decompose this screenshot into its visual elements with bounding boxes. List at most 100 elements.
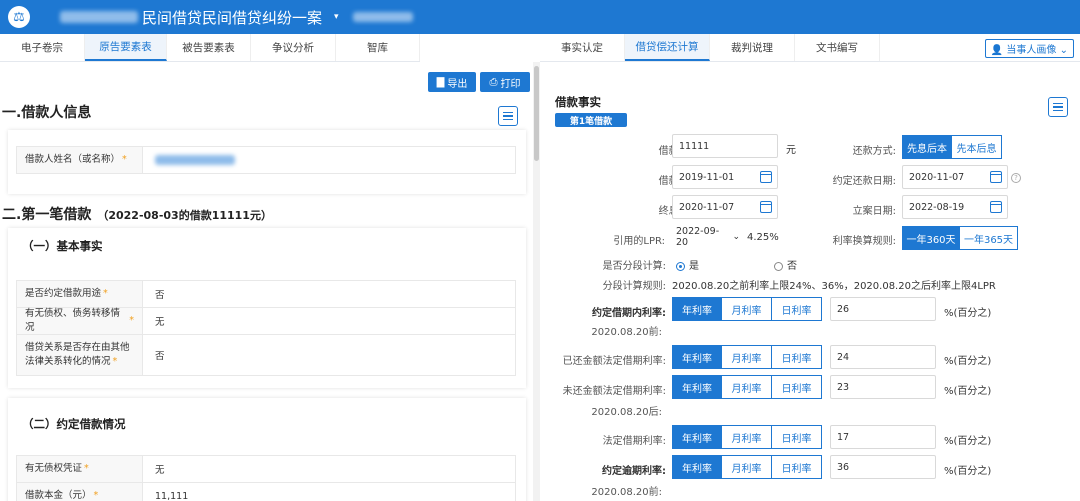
rate-row-label: 法定借期利率: [602, 436, 666, 447]
annual-rate-option[interactable]: 年利率 [672, 345, 722, 369]
user-portrait-label: 当事人画像 [1006, 45, 1057, 56]
tab-fact-finding[interactable]: 事实认定 [540, 34, 625, 61]
tab-dispute-analysis[interactable]: 争议分析 [251, 34, 336, 61]
percent-unit: %(百分之) [944, 356, 992, 367]
annual-rate-option[interactable]: 年利率 [672, 297, 722, 321]
court-emblem-icon: ⚖ [8, 6, 30, 28]
export-label: 导出 [447, 78, 468, 90]
rate-row-label: 约定逾期利率: [602, 466, 666, 477]
tab-judgment-reasoning[interactable]: 裁判说理 [710, 34, 795, 61]
table-row: 有无债权、债务转移情况 * 无 [16, 307, 516, 335]
calendar-icon [760, 171, 772, 183]
daily-rate-option[interactable]: 日利率 [772, 455, 822, 479]
monthly-rate-option[interactable]: 月利率 [722, 455, 772, 479]
repay-method-label: 还款方式: [852, 146, 896, 157]
chevron-down-icon: ⌄ [732, 232, 740, 242]
segment-rule-text: 2020.08.20之前利率上限24%、36%，2020.08.20之后利率上限… [672, 281, 996, 292]
annual-rate-option[interactable]: 年利率 [672, 455, 722, 479]
list-icon[interactable] [1048, 97, 1068, 117]
print-button[interactable]: ⎙ 打印 [480, 72, 530, 92]
left-scrollbar[interactable] [533, 62, 540, 501]
rate-value-input[interactable]: 24 [830, 345, 936, 369]
rate-value-input[interactable]: 17 [830, 425, 936, 449]
daily-rate-option[interactable]: 日利率 [772, 425, 822, 449]
printer-icon: ⎙ [489, 76, 498, 88]
table-row: 是否约定借款用途 * 否 [16, 280, 516, 308]
plaintiff-form-panel: ▇ 导出 ⎙ 打印 一.借款人信息 借款人姓名（或名称） * 二.第一笔借款 （2022… [0, 62, 533, 501]
app-header: ⚖ 民间借贷民间借贷纠纷一案 ▾ [0, 0, 1080, 34]
rate-value-input[interactable]: 36 [830, 455, 936, 479]
year-365-option[interactable]: 一年365天 [960, 226, 1018, 250]
year-360-option[interactable]: 一年360天 [902, 226, 960, 250]
user-icon: 👤 [990, 45, 1004, 56]
basic-facts-title: （一）基本事实 [22, 239, 103, 253]
filing-date-input[interactable]: 2022-08-19 [902, 195, 1008, 219]
radio-checked-icon [676, 261, 685, 271]
segmented-no-radio[interactable]: 否 [774, 257, 797, 272]
table-row: 有无债权凭证 * 无 [16, 455, 516, 483]
monthly-rate-option[interactable]: 月利率 [722, 425, 772, 449]
daily-rate-option[interactable]: 日利率 [772, 375, 822, 399]
rate-row-label: 约定借期内利率: [592, 308, 666, 319]
daily-rate-option[interactable]: 日利率 [772, 297, 822, 321]
rate-rule-label: 利率换算规则: [832, 236, 896, 247]
agreed-repay-date-label: 约定还款日期: [832, 176, 896, 187]
rate-type-toggle: 年利率 月利率 日利率 [672, 455, 822, 479]
tab-knowledge-base[interactable]: 智库 [336, 34, 420, 61]
table-row: 借贷关系是否存在由其他法律关系转化的情况 * 否 [16, 334, 516, 376]
agreed-repay-date-input[interactable]: 2020-11-07 [902, 165, 1008, 189]
interest-end-date-input[interactable]: 2020-11-07 [672, 195, 778, 219]
export-button[interactable]: ▇ 导出 [428, 72, 476, 92]
loan-amount-input[interactable]: 11111 [672, 134, 778, 158]
rate-row-label: 已还金额法定借期利率: [562, 356, 666, 367]
repay-method-toggle: 先息后本 先本后息 [902, 135, 1002, 159]
principal-first-option[interactable]: 先本后息 [952, 135, 1002, 159]
tab-plaintiff-elements[interactable]: 原告要素表 [85, 34, 167, 61]
rate-type-toggle: 年利率 月利率 日利率 [672, 375, 822, 399]
borrower-name-value[interactable] [143, 147, 235, 173]
user-portrait-button[interactable]: 👤 当事人画像 ⌄ [984, 39, 1074, 58]
repayment-calc-panel: 借款事实 第1笔借款 借款金额: 11111 元 还款方式: 先息后本 先本后息… [540, 62, 1080, 501]
tab-defendant-elements[interactable]: 被告要素表 [167, 34, 251, 61]
percent-unit: %(百分之) [944, 436, 992, 447]
annual-rate-option[interactable]: 年利率 [672, 375, 722, 399]
percent-unit: %(百分之) [944, 308, 992, 319]
rate-value-input[interactable]: 26 [830, 297, 936, 321]
rate-row-label: 未还金额法定借期利率: [562, 386, 666, 397]
daily-rate-option[interactable]: 日利率 [772, 345, 822, 369]
list-icon[interactable] [498, 106, 518, 126]
loan-amount-unit: 元 [786, 145, 796, 156]
redacted-case-number [60, 11, 138, 23]
table-row: 借款本金（元） * 11,111 [16, 482, 516, 501]
redacted-name [155, 155, 235, 165]
rate-type-toggle: 年利率 月利率 日利率 [672, 425, 822, 449]
segmented-yes-radio[interactable]: 是 [676, 257, 699, 272]
tab-electronic-file[interactable]: 电子卷宗 [0, 34, 85, 61]
calendar-icon [760, 201, 772, 213]
calendar-icon [990, 201, 1002, 213]
first-loan-subtitle: （2022-08-03的借款11111元） [97, 209, 272, 222]
percent-unit: %(百分之) [944, 466, 992, 477]
interest-first-option[interactable]: 先息后本 [902, 135, 952, 159]
lpr-select[interactable]: 2022-09-20 ⌄ [670, 225, 740, 249]
right-tab-bar: 事实认定 借贷偿还计算 裁判说理 文书编写 👤 当事人画像 ⌄ [540, 34, 1080, 62]
borrower-name-row: 借款人姓名（或名称） * [16, 146, 516, 174]
scrollbar-thumb[interactable] [534, 66, 539, 161]
loan-date-input[interactable]: 2019-11-01 [672, 165, 778, 189]
chevron-down-icon[interactable]: ▾ [334, 12, 339, 22]
rate-period-label: 2020.08.20前: [591, 327, 662, 338]
print-label: 打印 [500, 78, 521, 90]
help-icon[interactable]: ? [1011, 173, 1021, 183]
monthly-rate-option[interactable]: 月利率 [722, 297, 772, 321]
monthly-rate-option[interactable]: 月利率 [722, 345, 772, 369]
rate-value-input[interactable]: 23 [830, 375, 936, 399]
rate-type-toggle: 年利率 月利率 日利率 [672, 345, 822, 369]
lpr-label: 引用的LPR: [613, 236, 665, 247]
case-title: 民间借贷民间借贷纠纷一案 [142, 8, 323, 27]
rate-period-label: 2020.08.20后: [591, 407, 662, 418]
monthly-rate-option[interactable]: 月利率 [722, 375, 772, 399]
tab-repayment-calc[interactable]: 借贷偿还计算 [625, 34, 710, 61]
chevron-down-icon: ⌄ [1059, 45, 1068, 56]
annual-rate-option[interactable]: 年利率 [672, 425, 722, 449]
tab-document-writing[interactable]: 文书编写 [795, 34, 880, 61]
